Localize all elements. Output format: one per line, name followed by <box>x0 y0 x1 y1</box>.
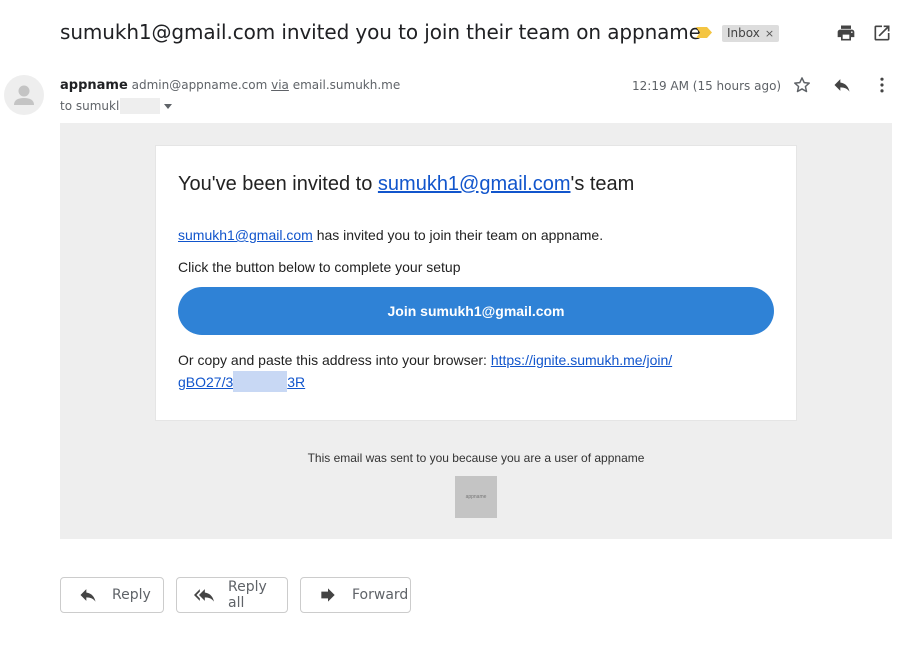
print-icon[interactable] <box>836 23 856 43</box>
via-link[interactable]: via <box>271 78 289 92</box>
reply-button-label: Reply <box>112 587 151 603</box>
show-details-caret-icon[interactable] <box>164 103 173 109</box>
inbox-label[interactable]: Inbox × <box>722 25 780 42</box>
email-subject: sumukh1@gmail.com invited you to join th… <box>60 20 701 44</box>
setup-instruction: Click the button below to complete your … <box>178 259 461 275</box>
invite-title-suffix: 's team <box>570 173 635 195</box>
reply-all-button[interactable]: Reply all <box>176 577 288 613</box>
star-icon[interactable] <box>792 75 812 95</box>
reply-icon <box>80 589 96 602</box>
join-url-part2: gBO27/3 <box>178 374 234 390</box>
reply-icon[interactable] <box>832 75 852 95</box>
invite-card: You've been invited to sumukh1@gmail.com… <box>155 145 797 421</box>
invite-title: You've been invited to sumukh1@gmail.com… <box>178 173 634 196</box>
remove-label-icon[interactable]: × <box>765 25 774 42</box>
email-footer-note: This email was sent to you because you a… <box>307 451 645 465</box>
app-logo-text: appname <box>465 494 487 500</box>
join-team-button[interactable]: Join sumukh1@gmail.com <box>178 287 774 335</box>
app-logo: appname <box>455 476 497 518</box>
importance-marker-icon[interactable] <box>696 27 712 38</box>
sender-line: appname admin@appname.com via email.sumu… <box>60 78 400 93</box>
sender-avatar[interactable] <box>4 75 44 115</box>
reply-all-icon <box>194 589 214 602</box>
sender-name[interactable]: appname <box>60 78 128 93</box>
via-domain: email.sumukh.me <box>292 78 401 92</box>
email-timestamp: 12:19 AM (15 hours ago) <box>632 79 782 93</box>
inviter-email-link[interactable]: sumukh1@gmail.com <box>178 227 313 243</box>
email-body: You've been invited to sumukh1@gmail.com… <box>60 123 892 539</box>
reply-button[interactable]: Reply <box>60 577 164 613</box>
subject-row: sumukh1@gmail.com invited you to join th… <box>60 18 902 48</box>
copy-paste-text: Or copy and paste this address into your… <box>178 352 491 368</box>
join-url-part3: 3R <box>287 374 306 390</box>
open-in-new-window-icon[interactable] <box>872 23 892 43</box>
forward-button[interactable]: Forward <box>300 577 411 613</box>
inbox-label-text: Inbox <box>727 26 760 40</box>
recipient-text: to sumukl <box>60 99 120 113</box>
join-url-part1: https://ignite.sumukh.me/join/ <box>490 352 673 368</box>
recipient-line: to sumukl <box>60 98 173 114</box>
forward-button-label: Forward <box>352 587 409 603</box>
redacted-url-segment <box>233 371 288 392</box>
default-avatar-icon <box>14 85 34 105</box>
invite-message-text: has invited you to join their team on ap… <box>312 227 604 243</box>
invite-title-link[interactable]: sumukh1@gmail.com <box>378 173 571 195</box>
invite-title-prefix: You've been invited to <box>178 173 378 195</box>
invite-message: sumukh1@gmail.com has invited you to joi… <box>178 227 603 243</box>
redacted-recipient <box>120 98 161 114</box>
reply-all-button-label: Reply all <box>228 579 267 611</box>
forward-icon <box>321 588 335 602</box>
sender-email: admin@appname.com <box>131 78 268 92</box>
copy-paste-instruction: Or copy and paste this address into your… <box>178 349 778 393</box>
more-vert-icon[interactable] <box>872 75 892 95</box>
